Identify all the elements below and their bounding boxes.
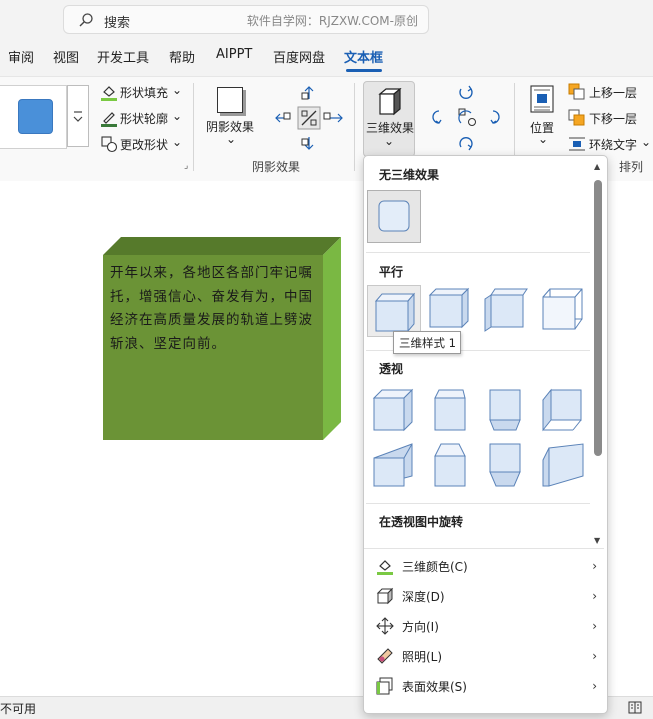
search-hint: 软件自学网：RJZXW.COM-原创	[246, 14, 418, 28]
menu-divider	[366, 252, 590, 253]
threed-cube-icon	[378, 88, 402, 116]
preset-perspective-3[interactable]	[482, 386, 534, 438]
chevron-down-icon: ⌄	[172, 109, 183, 123]
bring-forward-button[interactable]: 上移一层	[589, 84, 637, 101]
preset-parallel-4[interactable]	[538, 285, 590, 337]
preset-no-3d[interactable]	[367, 190, 421, 243]
tab-baidu-netdisk[interactable]: 百度网盘	[273, 47, 325, 66]
direction-icon	[376, 617, 394, 635]
paint-bucket-icon	[377, 560, 393, 575]
chevron-right-icon: ›	[592, 589, 597, 603]
chevron-down-icon	[73, 111, 83, 122]
lighting-icon	[377, 648, 393, 664]
pen-icon	[101, 112, 117, 127]
chevron-down-icon: ⌄	[384, 134, 395, 148]
preset-parallel-1[interactable]	[367, 285, 421, 337]
tab-review[interactable]: 审阅	[8, 47, 34, 66]
depth-icon	[376, 587, 394, 605]
preset-perspective-4[interactable]	[539, 386, 591, 438]
chevron-down-icon: ⌄	[172, 83, 183, 97]
threed-tilt-icons[interactable]	[431, 83, 501, 155]
preset-perspective-2[interactable]	[425, 386, 477, 438]
title-bar: 搜索 软件自学网：RJZXW.COM-原创	[0, 0, 653, 44]
position-icon	[530, 85, 554, 113]
preset-tooltip: 三维样式 1	[393, 331, 461, 354]
menu-item-lighting[interactable]: 照明(L) ›	[364, 641, 607, 671]
menu-divider	[364, 548, 604, 549]
change-shape-button[interactable]: 更改形状	[120, 136, 168, 153]
send-backward-icon	[568, 109, 585, 126]
arrange-group-label: 排列	[619, 160, 644, 174]
nudge-shadow-icons[interactable]	[274, 83, 344, 155]
scroll-down-icon[interactable]: ▼	[594, 536, 600, 545]
menu-item-label: 照明(L)	[402, 650, 443, 664]
search-icon	[79, 13, 93, 27]
chevron-down-icon: ⌄	[641, 135, 652, 149]
menu-item-label: 表面效果(S)	[402, 680, 467, 694]
threed-effect-menu: 无三维效果 平行 透视 在透视图中旋转 ▲ ▼ 三维颜色(C) › 深度(D) …	[363, 155, 608, 714]
chevron-down-icon: ⌄	[538, 132, 549, 146]
read-mode-icon[interactable]	[628, 701, 642, 714]
textbox-content[interactable]: 开年以来，各地区各部门牢记嘱托，增强信心、奋发有为，中国经济在高质量发展的轨道上…	[110, 262, 314, 356]
shadow-effect-icon	[217, 87, 243, 113]
wrap-text-button[interactable]: 环绕文字	[589, 136, 637, 153]
preset-perspective-7[interactable]	[482, 440, 534, 492]
divider	[354, 83, 355, 171]
menu-item-label: 深度(D)	[402, 590, 445, 604]
divider	[193, 83, 194, 171]
menu-item-label: 三维颜色(C)	[402, 560, 468, 574]
tab-textbox[interactable]: 文本框	[344, 47, 383, 66]
preset-parallel-3[interactable]	[481, 285, 533, 337]
shape-style-preview[interactable]	[18, 99, 53, 134]
status-text: 不可用	[0, 702, 37, 716]
scroll-up-icon[interactable]: ▲	[594, 162, 600, 171]
threed-effect-button[interactable]: 三维效果 ⌄	[363, 81, 415, 157]
dialog-launcher-icon[interactable]: ⌟	[184, 161, 188, 171]
section-rotate-perspective: 在透视图中旋转	[379, 515, 464, 529]
active-tab-indicator	[346, 69, 382, 72]
chevron-right-icon: ›	[592, 559, 597, 573]
shape-fill-button[interactable]: 形状填充	[120, 84, 168, 101]
tab-view[interactable]: 视图	[53, 47, 79, 66]
preset-perspective-1[interactable]	[368, 386, 420, 438]
chevron-right-icon: ›	[592, 649, 597, 663]
search-box[interactable]: 搜索 软件自学网：RJZXW.COM-原创	[63, 5, 429, 34]
shape-outline-button[interactable]: 形状轮廓	[120, 110, 168, 127]
chevron-down-icon: ⌄	[172, 135, 183, 149]
preset-perspective-5[interactable]	[368, 440, 420, 492]
section-parallel: 平行	[379, 265, 404, 279]
tab-aippt[interactable]: AIPPT	[216, 47, 252, 62]
paint-bucket-icon	[101, 86, 117, 101]
change-shape-icon	[101, 136, 118, 153]
scrollbar-thumb[interactable]	[594, 180, 602, 456]
shadow-group-label: 阴影效果	[252, 160, 301, 174]
section-no-3d: 无三维效果	[379, 168, 440, 182]
wrap-text-icon	[569, 137, 585, 151]
send-backward-button[interactable]: 下移一层	[589, 110, 637, 127]
gallery-more-button[interactable]	[67, 85, 89, 147]
chevron-down-icon: ⌄	[226, 132, 237, 146]
tab-developer[interactable]: 开发工具	[97, 47, 149, 66]
menu-item-label: 方向(I)	[402, 620, 439, 634]
preset-perspective-8[interactable]	[539, 440, 591, 492]
chevron-right-icon: ›	[592, 679, 597, 693]
surface-icon	[376, 677, 393, 695]
menu-item-surface[interactable]: 表面效果(S) ›	[364, 671, 607, 701]
menu-item-direction[interactable]: 方向(I) ›	[364, 611, 607, 641]
tab-help[interactable]: 帮助	[169, 47, 195, 66]
preset-perspective-6[interactable]	[425, 440, 477, 492]
menu-item-depth[interactable]: 深度(D) ›	[364, 581, 607, 611]
search-label: 搜索	[104, 16, 131, 31]
menu-item-3d-color[interactable]: 三维颜色(C) ›	[364, 551, 607, 581]
section-perspective: 透视	[379, 362, 404, 376]
preset-parallel-2[interactable]	[424, 285, 476, 337]
menu-divider	[366, 503, 590, 504]
bring-forward-icon	[568, 83, 585, 100]
chevron-right-icon: ›	[592, 619, 597, 633]
